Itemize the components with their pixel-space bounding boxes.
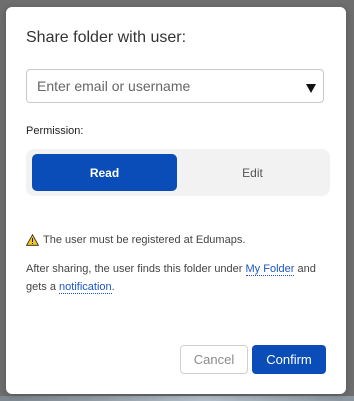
confirm-button[interactable]: Confirm — [252, 345, 326, 374]
recipient-select[interactable]: Enter email or username — [26, 69, 324, 103]
info-text-end: . — [111, 281, 115, 293]
warning-icon — [26, 234, 39, 246]
permission-read-button[interactable]: Read — [32, 154, 177, 191]
notification-link[interactable]: notification — [59, 281, 112, 294]
sharing-info: After sharing, the user finds this folde… — [26, 260, 334, 296]
share-folder-dialog: Share folder with user: Enter email or u… — [6, 7, 346, 394]
cancel-button[interactable]: Cancel — [180, 345, 248, 374]
warning-message: The user must be registered at Edumaps. — [26, 234, 245, 246]
my-folder-link[interactable]: My Folder — [245, 263, 295, 276]
permission-edit-button[interactable]: Edit — [181, 154, 324, 191]
info-text-start: After sharing, the user finds this folde… — [26, 263, 243, 275]
permission-toggle: Read Edit — [26, 149, 330, 196]
backdrop — [0, 396, 354, 401]
warning-text: The user must be registered at Edumaps. — [43, 234, 246, 246]
permission-label: Permission: — [26, 125, 84, 137]
dialog-title: Share folder with user: — [26, 29, 187, 46]
recipient-placeholder: Enter email or username — [37, 78, 191, 94]
caret-down-icon — [306, 84, 316, 93]
